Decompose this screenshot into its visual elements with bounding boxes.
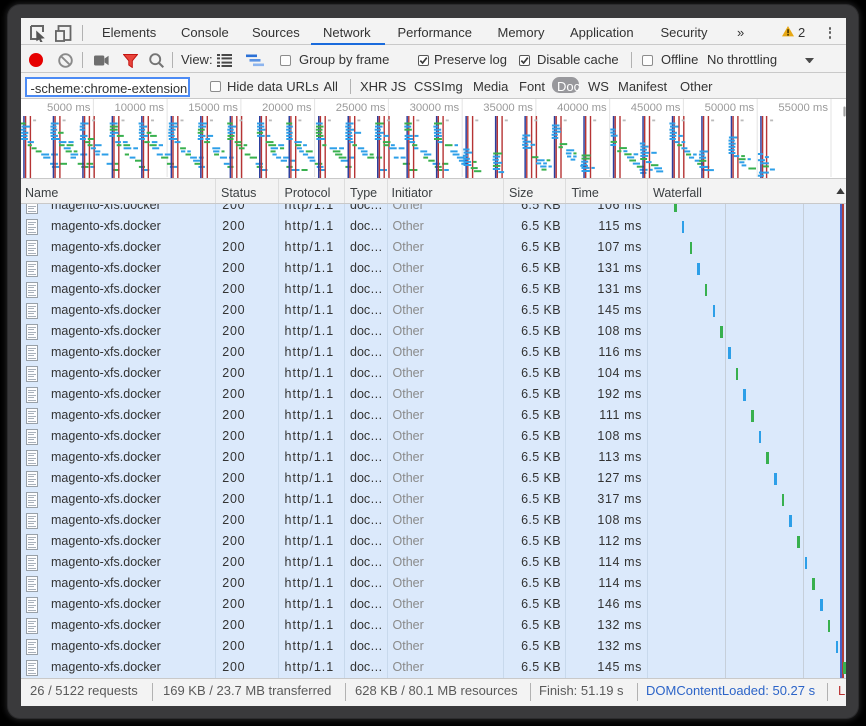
- svg-text:55000 ms: 55000 ms: [778, 102, 828, 114]
- svg-text:10000 ms: 10000 ms: [114, 102, 164, 114]
- svg-text:15000 ms: 15000 ms: [188, 102, 238, 114]
- svg-text:45000 ms: 45000 ms: [631, 102, 681, 114]
- svg-text:20000 ms: 20000 ms: [262, 102, 312, 114]
- svg-text:25000 ms: 25000 ms: [336, 102, 386, 114]
- svg-text:30000 ms: 30000 ms: [410, 102, 460, 114]
- svg-text:5000 ms: 5000 ms: [47, 102, 91, 114]
- svg-text:35000 ms: 35000 ms: [483, 102, 533, 114]
- svg-text:40000 ms: 40000 ms: [557, 102, 607, 114]
- svg-text:50000 ms: 50000 ms: [705, 102, 755, 114]
